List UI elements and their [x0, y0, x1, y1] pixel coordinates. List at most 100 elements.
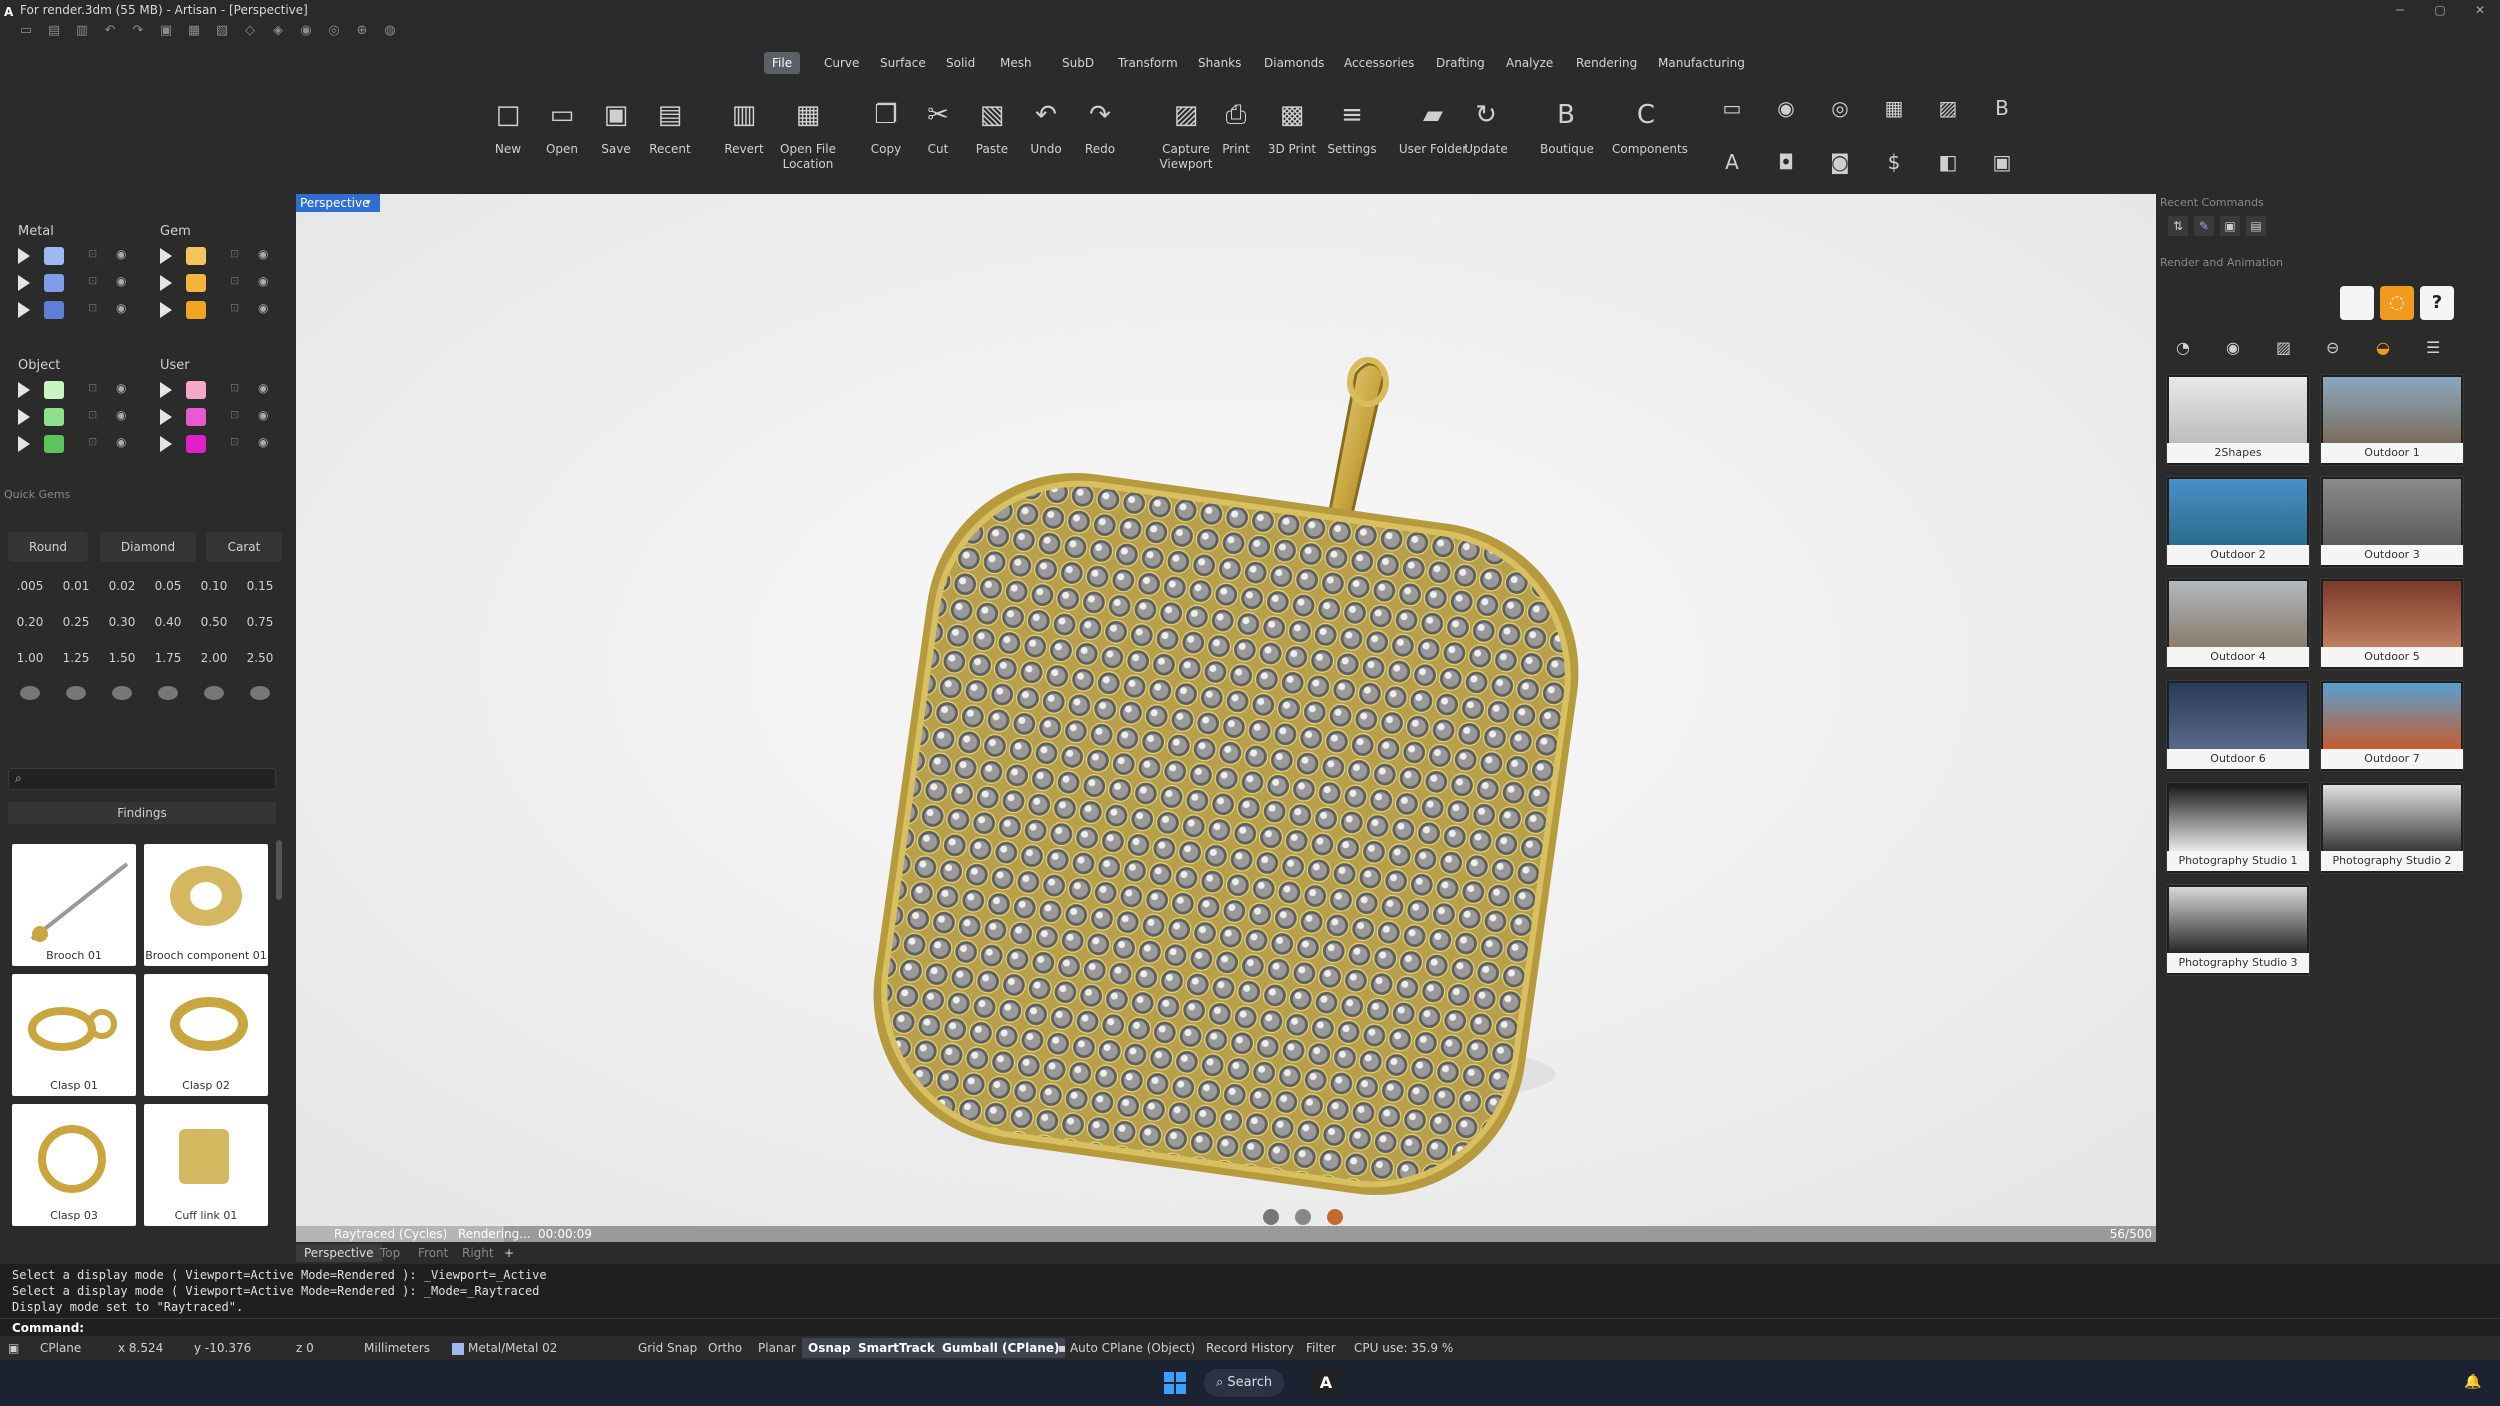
lock-icon[interactable]: ⊡	[88, 301, 97, 314]
carat-size-button[interactable]: 1.25	[54, 644, 98, 672]
qat-icon-3[interactable]: ↶	[102, 23, 118, 39]
metal-layer-color-swatch[interactable]	[44, 274, 64, 292]
perspective-viewport[interactable]	[296, 194, 2156, 1242]
environment-outdoor-6[interactable]: Outdoor 6	[2166, 680, 2310, 772]
carat-size-button[interactable]: 1.75	[146, 644, 190, 672]
status-toggle-grid-snap[interactable]: Grid Snap	[632, 1338, 703, 1358]
carat-size-button[interactable]: 1.50	[100, 644, 144, 672]
qat-icon-10[interactable]: ◉	[298, 23, 314, 39]
ribbon-undo-button[interactable]: ↶ Undo	[1020, 88, 1072, 188]
user-layer-row[interactable]: ⊡ ◉	[150, 378, 290, 402]
qat-icon-5[interactable]: ▣	[158, 23, 174, 39]
eye-icon[interactable]: ◉	[258, 408, 268, 422]
lock-icon[interactable]: ⊡	[230, 301, 239, 314]
qat-icon-9[interactable]: ◈	[270, 23, 286, 39]
ribbon-open-button[interactable]: ▭ Open	[536, 88, 588, 188]
play-icon[interactable]	[18, 382, 30, 398]
qat-icon-12[interactable]: ⊕	[354, 23, 370, 39]
play-icon[interactable]	[160, 302, 172, 318]
round-shape-button[interactable]: Round	[8, 532, 88, 562]
ribbon-user-folder-button[interactable]: ▰ User Folder	[1396, 88, 1470, 188]
lock-icon[interactable]: ⊡	[88, 408, 97, 421]
findings-category[interactable]: Findings	[8, 802, 276, 824]
auto-cplane-toggle[interactable]: ▪ Auto CPlane (Object)	[1052, 1338, 1201, 1358]
view-tab-right[interactable]: Right	[454, 1244, 502, 1262]
ribbon-new-button[interactable]: □ New	[482, 88, 534, 188]
menu-mesh[interactable]: Mesh	[992, 52, 1040, 74]
gem-cut-icon[interactable]	[250, 686, 270, 700]
environment-photography-studio-1[interactable]: Photography Studio 1	[2166, 782, 2310, 874]
play-icon[interactable]	[18, 302, 30, 318]
artisan-taskbar-icon[interactable]: A	[1312, 1369, 1340, 1397]
eye-icon[interactable]: ◉	[116, 381, 126, 395]
menu-file[interactable]: File	[764, 52, 801, 74]
eye-icon[interactable]: ◉	[258, 381, 268, 395]
finding-cuff-link-01[interactable]: Cuff link 01	[144, 1104, 268, 1226]
ribbon-update-button[interactable]: ↻ Update	[1460, 88, 1512, 188]
ribbon-cut-button[interactable]: ✂ Cut	[912, 88, 964, 188]
close-button[interactable]: ✕	[2460, 0, 2500, 20]
minimize-button[interactable]: ─	[2380, 0, 2420, 20]
help-icon[interactable]: ?	[2420, 286, 2454, 320]
play-icon[interactable]	[160, 248, 172, 264]
maximize-button[interactable]: ▢	[2420, 0, 2460, 20]
ribbon-recent-button[interactable]: ▤ Recent	[644, 88, 696, 188]
qat-icon-4[interactable]: ↷	[130, 23, 146, 39]
ribbon-capture-viewport-button[interactable]: ▨ Capture Viewport	[1154, 88, 1218, 188]
user-layer-color-swatch[interactable]	[186, 435, 206, 453]
play-icon[interactable]	[160, 436, 172, 452]
ribbon-small-icon-0[interactable]: ▭	[1712, 88, 1752, 128]
ribbon-small-icon-2[interactable]: ◎	[1820, 88, 1860, 128]
command-prompt[interactable]: Command:	[0, 1318, 2500, 1336]
carat-size-button[interactable]: 1.00	[8, 644, 52, 672]
cplane-label[interactable]: CPlane	[34, 1338, 87, 1358]
recent-command-3-icon[interactable]: ▣	[2220, 216, 2240, 236]
ribbon-copy-button[interactable]: ❐ Copy	[860, 88, 912, 188]
ribbon-small-icon-6[interactable]: A	[1712, 142, 1752, 182]
environment-outdoor-5[interactable]: Outdoor 5	[2320, 578, 2464, 670]
record-history-toggle[interactable]: Record History	[1200, 1338, 1300, 1358]
lock-icon[interactable]: ⊡	[230, 381, 239, 394]
add-view-tab-button[interactable]: +	[496, 1244, 522, 1262]
gem-cut-icon[interactable]	[158, 686, 178, 700]
lock-icon[interactable]: ⊡	[88, 247, 97, 260]
carat-size-button[interactable]: 0.50	[192, 608, 236, 636]
menu-accessories[interactable]: Accessories	[1336, 52, 1422, 74]
recent-command-1-icon[interactable]: ⇅	[2168, 216, 2188, 236]
gem-layer-row[interactable]: ⊡ ◉	[150, 244, 290, 268]
carat-size-button[interactable]: 0.10	[192, 572, 236, 600]
ribbon-boutique-button[interactable]: B Boutique	[1540, 88, 1594, 188]
user-layer-color-swatch[interactable]	[186, 408, 206, 426]
ribbon-save-button[interactable]: ▣ Save	[590, 88, 642, 188]
menu-shanks[interactable]: Shanks	[1190, 52, 1249, 74]
render-mode-icons[interactable]	[1263, 1209, 1343, 1225]
texture-icon[interactable]: ▨	[2276, 338, 2291, 357]
object-layer-row[interactable]: ⊡ ◉	[8, 405, 148, 429]
play-icon[interactable]	[18, 409, 30, 425]
gem-layer-color-swatch[interactable]	[186, 247, 206, 265]
gem-cut-icon[interactable]	[204, 686, 224, 700]
gem-cut-icon[interactable]	[112, 686, 132, 700]
play-icon[interactable]	[18, 436, 30, 452]
view-tab-top[interactable]: Top	[372, 1244, 408, 1262]
carat-size-button[interactable]: 2.00	[192, 644, 236, 672]
status-toggle-osnap[interactable]: Osnap	[802, 1338, 857, 1358]
current-layer[interactable]: Metal/Metal 02	[462, 1338, 563, 1358]
camera-icon[interactable]: ◔	[2176, 338, 2190, 357]
menu-rendering[interactable]: Rendering	[1568, 52, 1645, 74]
qat-icon-2[interactable]: ▥	[74, 23, 90, 39]
panel-toggle-icon[interactable]: ▣	[2, 1338, 25, 1358]
status-toggle-ortho[interactable]: Ortho	[702, 1338, 748, 1358]
play-icon[interactable]	[18, 275, 30, 291]
environment-icon[interactable]: ◒	[2376, 338, 2390, 357]
finding-clasp-03[interactable]: Clasp 03	[12, 1104, 136, 1226]
finding-brooch-component-01[interactable]: Brooch component 01	[144, 844, 268, 966]
recent-command-4-icon[interactable]: ▤	[2246, 216, 2266, 236]
environment-outdoor-3[interactable]: Outdoor 3	[2320, 476, 2464, 568]
finding-brooch-01[interactable]: Brooch 01	[12, 844, 136, 966]
menu-diamonds[interactable]: Diamonds	[1256, 52, 1332, 74]
ribbon-settings-button[interactable]: ≡ Settings	[1326, 88, 1378, 188]
eye-icon[interactable]: ◉	[116, 301, 126, 315]
recent-command-2-icon[interactable]: ✎	[2194, 216, 2214, 236]
ribbon-revert-button[interactable]: ▥ Revert	[718, 88, 770, 188]
